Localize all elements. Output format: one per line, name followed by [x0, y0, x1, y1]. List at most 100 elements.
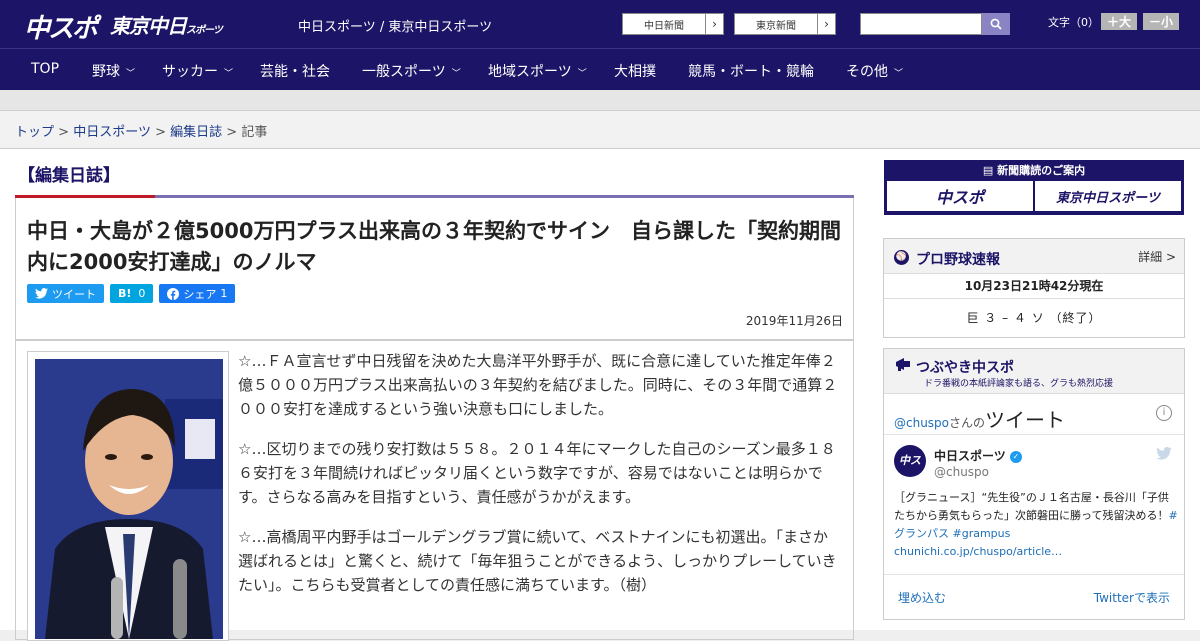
- chevron-down-icon: ﹀: [577, 69, 587, 79]
- search-input[interactable]: [860, 13, 982, 35]
- baseball-widget-title: プロ野球速報: [916, 252, 1000, 268]
- search-icon: [990, 18, 1002, 30]
- newspaper-icon: ▤: [982, 164, 994, 177]
- hatena-bookmark-button[interactable]: B! 0: [110, 284, 154, 303]
- tweet-text: ［グラニュース］“先生役”のＪ１名古屋・長谷川「子供たちから勇気もらった」次節磐…: [894, 489, 1178, 561]
- nav-label: 地域スポーツ: [488, 64, 572, 80]
- chevron-right-icon: ›: [705, 14, 723, 34]
- twitter-bird-icon: [1156, 447, 1172, 460]
- breadcrumb-editorial-diary[interactable]: 編集日誌: [170, 125, 222, 140]
- scores-timestamp: 10月23日21時42分現在: [884, 274, 1184, 299]
- breadcrumb-separator: >: [58, 125, 70, 140]
- breadcrumb-top[interactable]: トップ: [15, 125, 54, 140]
- nav-item-general-sports[interactable]: 一般スポーツ ﹀: [362, 61, 461, 81]
- nav-item-racing[interactable]: 競馬・ボート・競輪: [688, 61, 814, 81]
- view-on-twitter-link[interactable]: Twitterで表示: [1094, 589, 1170, 606]
- info-icon[interactable]: i: [1156, 405, 1172, 421]
- tweets-heading: ツイート: [985, 408, 1066, 432]
- baseball-icon: ⚾: [894, 250, 909, 265]
- article-body: ☆…ＦＡ宣言せず中日残留を決めた大島洋平外野手が、既に合意に達していた推定年俸２…: [15, 340, 854, 641]
- twitter-widget-title: つぶやき中スポ: [916, 360, 1014, 376]
- tweet-item[interactable]: 中ス 中日スポーツ ✓ @chuspo ［グラニュース］“先生役”のＪ１名古屋・…: [884, 435, 1184, 575]
- nav-item-soccer[interactable]: サッカー ﹀: [162, 61, 233, 81]
- breadcrumb-separator: >: [155, 125, 166, 140]
- twitter-widget-header: つぶやき中スポ ドラ番戦の本紙評論家も語る、グラも熱烈応援: [884, 349, 1184, 394]
- subscribe-chuspo-button[interactable]: 中スポ: [887, 181, 1033, 211]
- chevron-down-icon: ﹀: [451, 69, 461, 79]
- twitter-widget-subtitle: ドラ番戦の本紙評論家も語る、グラも熱烈応援: [924, 379, 1114, 389]
- facebook-share-count: 1: [220, 287, 228, 300]
- nav-item-other[interactable]: その他 ﹀: [846, 61, 903, 81]
- site-name-link[interactable]: 中日スポーツ / 東京中日スポーツ: [298, 16, 492, 35]
- subscription-caption-text: 新聞購読のご案内: [997, 164, 1086, 177]
- baseball-details-link[interactable]: 詳細 >: [1138, 248, 1176, 265]
- verified-badge-icon: ✓: [1009, 450, 1022, 463]
- nav-label: 大相撲: [614, 64, 656, 80]
- nav-item-sumo[interactable]: 大相撲: [614, 61, 656, 81]
- twitter-handle-link[interactable]: @chuspo: [894, 416, 949, 430]
- tokyo-shimbun-link[interactable]: 東京新聞 ›: [734, 13, 836, 35]
- baseball-widget-header: ⚾ プロ野球速報 詳細 >: [884, 239, 1184, 274]
- nav-item-regional-sports[interactable]: 地域スポーツ ﹀: [488, 61, 587, 81]
- nav-label: その他: [846, 64, 888, 80]
- tweet-url-link[interactable]: chunichi.co.jp/chuspo/article…: [894, 545, 1062, 558]
- search-button[interactable]: [982, 13, 1010, 35]
- subscribe-tokyo-chunichi-button[interactable]: 東京中日スポーツ: [1035, 181, 1181, 211]
- megaphone-icon: [896, 358, 910, 371]
- article-paragraph: ☆…高橋周平内野手はゴールデングラブ賞に続いて、ベストナインにも初選出。「まさか…: [238, 528, 837, 594]
- share-buttons: ツイート B! 0 シェア 1: [27, 284, 236, 303]
- facebook-icon: [167, 287, 180, 300]
- ad-space-bar: [0, 90, 1200, 111]
- hatena-icon: B!: [118, 287, 132, 300]
- subscription-caption: ▤ 新聞購読のご案内: [884, 162, 1184, 178]
- nav-label: 芸能・社会: [260, 64, 330, 80]
- chunichi-shimbun-link[interactable]: 中日新聞 ›: [622, 13, 724, 35]
- twitter-widget: つぶやき中スポ ドラ番戦の本紙評論家も語る、グラも熱烈応援 @chuspoさんの…: [883, 348, 1185, 620]
- tokyo-logo-text: 東京中日: [110, 14, 187, 38]
- chuspo-logo[interactable]: 中スポ: [24, 8, 98, 45]
- embed-link[interactable]: 埋め込む: [898, 589, 946, 606]
- tweet-body: ［グラニュース］“先生役”のＪ１名古屋・長谷川「子供たちから勇気もらった」次節磐…: [894, 491, 1169, 522]
- breadcrumb-chunichi-sports[interactable]: 中日スポーツ: [73, 125, 151, 140]
- subscription-banner[interactable]: ▤ 新聞購読のご案内 中スポ 東京中日スポーツ: [884, 160, 1184, 215]
- nav-item-top[interactable]: TOP: [31, 61, 59, 77]
- article-paragraph: ☆…ＦＡ宣言せず中日残留を決めた大島洋平外野手が、既に合意に達していた推定年俸２…: [238, 352, 838, 418]
- chuspo-avatar[interactable]: 中ス: [894, 445, 926, 477]
- section-title: 【編集日誌】: [18, 166, 120, 186]
- tokyo-shimbun-label: 東京新聞: [756, 20, 796, 32]
- nav-label: TOP: [31, 61, 60, 77]
- nav-label: 一般スポーツ: [362, 64, 446, 80]
- breadcrumb-current: 記事: [241, 125, 268, 140]
- hatena-count: 0: [138, 287, 146, 300]
- chevron-down-icon: ﹀: [894, 69, 904, 79]
- twitter-bird-icon: [35, 288, 48, 299]
- player-photo-image: [35, 359, 223, 639]
- game-score-row[interactable]: 巨 ３ – ４ ソ （終了）: [884, 299, 1184, 337]
- facebook-share-label: シェア: [183, 287, 217, 301]
- font-size-label: 文字（0）: [1048, 16, 1099, 29]
- chevron-down-icon: ﹀: [126, 69, 136, 79]
- publish-date: 2019年11月26日: [745, 314, 843, 328]
- font-smaller-button[interactable]: －小: [1143, 13, 1180, 30]
- article-photo[interactable]: [27, 351, 229, 641]
- top-header: 中スポ 東京中日スポーツ 中日スポーツ / 東京中日スポーツ 中日新聞 › 東京…: [0, 0, 1200, 48]
- article-header: 中日・大島が２億5000万円プラス出来高の３年契約でサイン 自ら課した「契約期間…: [15, 198, 854, 340]
- tokyo-chunichi-logo[interactable]: 東京中日スポーツ: [110, 10, 223, 39]
- site-search: [860, 13, 1010, 35]
- nav-item-entertainment[interactable]: 芸能・社会: [260, 61, 330, 81]
- baseball-scores-widget: ⚾ プロ野球速報 詳細 > 10月23日21時42分現在 巨 ３ – ４ ソ （…: [883, 238, 1185, 338]
- font-larger-button[interactable]: ＋大: [1101, 13, 1138, 30]
- breadcrumb: トップ > 中日スポーツ > 編集日誌 > 記事: [0, 111, 1200, 149]
- nav-item-baseball[interactable]: 野球 ﹀: [92, 61, 135, 81]
- tweet-account-name[interactable]: 中日スポーツ ✓: [934, 447, 1022, 464]
- tweet-button[interactable]: ツイート: [27, 284, 104, 303]
- facebook-share-button[interactable]: シェア 1: [159, 284, 236, 303]
- nav-label: 競馬・ボート・競輪: [688, 64, 814, 80]
- tweet-label: ツイート: [52, 287, 96, 301]
- tweet-account-handle[interactable]: @chuspo: [934, 465, 989, 479]
- account-name-text: 中日スポーツ: [934, 449, 1006, 463]
- nav-label: 野球: [92, 64, 120, 80]
- chunichi-shimbun-label: 中日新聞: [644, 20, 684, 32]
- chevron-down-icon: ﹀: [224, 69, 234, 79]
- tokyo-logo-sub: スポーツ: [186, 25, 223, 36]
